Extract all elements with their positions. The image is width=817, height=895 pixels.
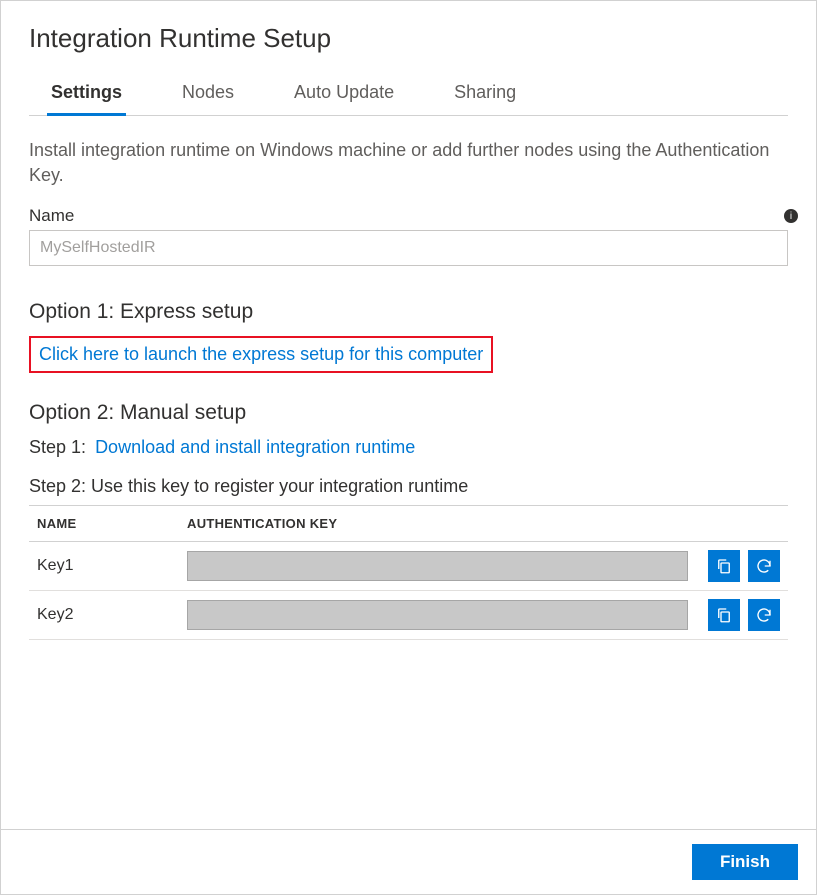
key-name-cell: Key2	[29, 591, 179, 640]
regenerate-key-button[interactable]	[748, 550, 780, 582]
auth-keys-table: NAME AUTHENTICATION KEY Key1	[29, 505, 788, 640]
intro-text: Install integration runtime on Windows m…	[29, 138, 788, 188]
refresh-icon	[755, 606, 773, 624]
tab-nodes[interactable]: Nodes	[180, 72, 236, 115]
tab-bar: Settings Nodes Auto Update Sharing	[29, 72, 788, 116]
table-row: Key2	[29, 591, 788, 640]
option1-heading: Option 1: Express setup	[29, 300, 788, 324]
tab-auto-update[interactable]: Auto Update	[292, 72, 396, 115]
table-row: Key1	[29, 542, 788, 591]
express-setup-link[interactable]: Click here to launch the express setup f…	[39, 344, 483, 364]
copy-key-button[interactable]	[708, 550, 740, 582]
footer: Finish	[1, 829, 816, 894]
key-name-cell: Key1	[29, 542, 179, 591]
refresh-icon	[755, 557, 773, 575]
auth-key-field[interactable]	[187, 551, 688, 581]
page-title: Integration Runtime Setup	[29, 23, 788, 54]
info-icon[interactable]: i	[784, 209, 798, 223]
step1-label: Step 1:	[29, 437, 86, 457]
express-setup-highlight: Click here to launch the express setup f…	[29, 336, 493, 373]
col-key-header: AUTHENTICATION KEY	[179, 506, 696, 542]
copy-icon	[715, 606, 733, 624]
step1-row: Step 1: Download and install integration…	[29, 437, 788, 458]
download-install-link[interactable]: Download and install integration runtime	[95, 437, 415, 457]
copy-icon	[715, 557, 733, 575]
finish-button[interactable]: Finish	[692, 844, 798, 880]
name-label: Name	[29, 206, 74, 226]
col-name-header: NAME	[29, 506, 179, 542]
name-input[interactable]	[29, 230, 788, 266]
auth-key-field[interactable]	[187, 600, 688, 630]
option2-heading: Option 2: Manual setup	[29, 401, 788, 425]
step2-text: Step 2: Use this key to register your in…	[29, 476, 788, 497]
tab-settings[interactable]: Settings	[49, 72, 124, 115]
regenerate-key-button[interactable]	[748, 599, 780, 631]
copy-key-button[interactable]	[708, 599, 740, 631]
tab-sharing[interactable]: Sharing	[452, 72, 518, 115]
